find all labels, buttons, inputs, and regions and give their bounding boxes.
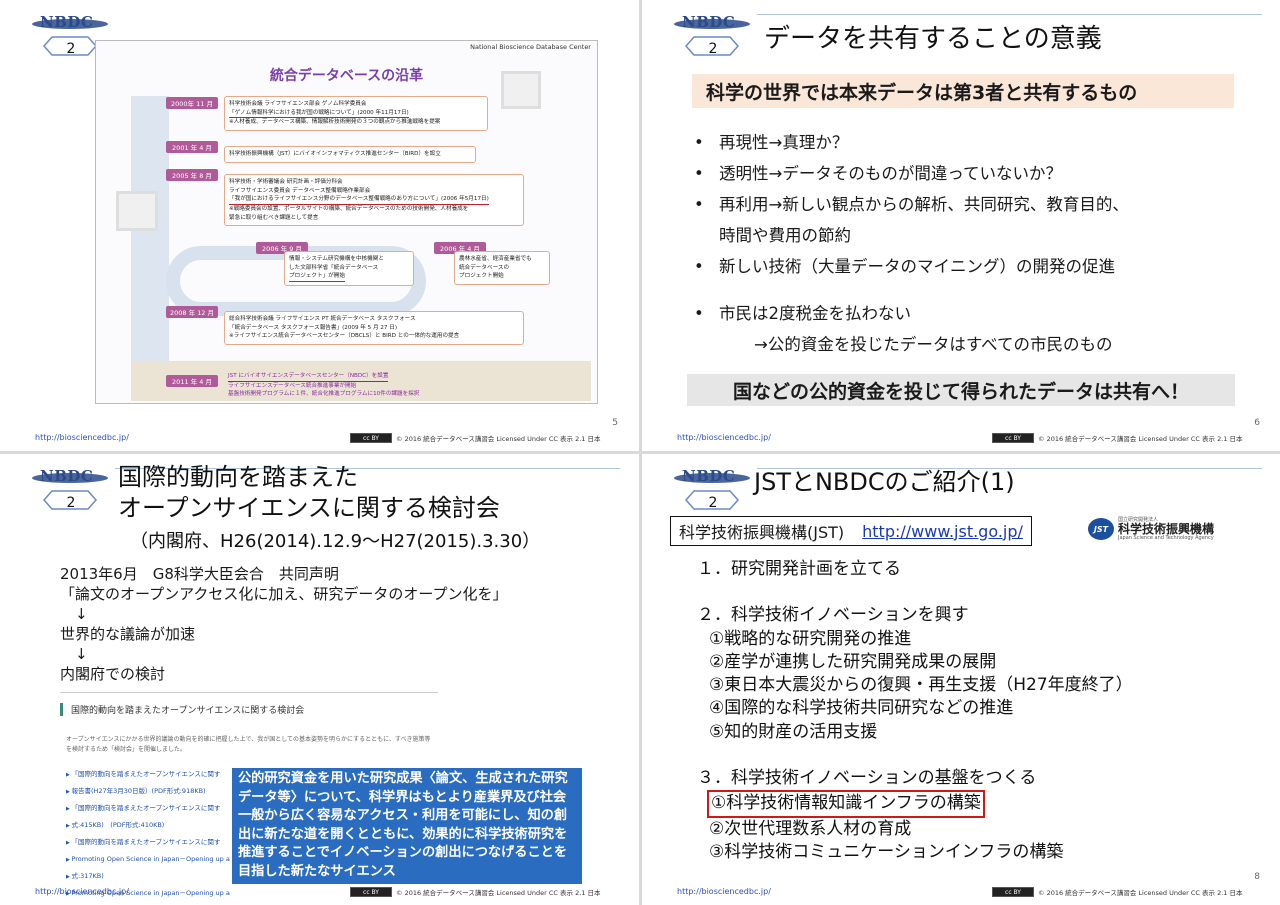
web-link[interactable]: 「国際的動向を踏まえたオープンサイエンスに関す bbox=[66, 800, 230, 817]
list-item: ③東日本大震災からの復興・再生支援（H27年度終了） bbox=[709, 675, 1133, 696]
highlight-frame: ①科学技術情報知識インフラの構築 bbox=[707, 790, 985, 818]
bullet-list: • 再現性→真理か？ • 透明性→データそのものが間違っていないか？ • 再利用→新し… bbox=[694, 127, 1254, 360]
slide-5: NBDC 2 National Bioscience Database Cent… bbox=[0, 0, 638, 450]
list-item: • 市民は2度税金を払わない bbox=[694, 304, 911, 323]
license-footer: cc BY © 2016 統合データベース講習会 Licensed Under … bbox=[350, 433, 600, 443]
slide-title: データを共有することの意義 bbox=[764, 24, 1102, 54]
timeline-entry: 科学技術振興機構（JST）にバイオインフォマティクス推進センター（BIRD）を設… bbox=[224, 146, 476, 163]
license-footer: cc BY © 2016 統合データベース講習会 Licensed Under … bbox=[992, 887, 1242, 897]
web-link[interactable]: 式:317KB) bbox=[66, 868, 230, 885]
footer-url[interactable]: http://biosciencedbc.jp/ bbox=[35, 433, 129, 442]
logo-text: NBDC bbox=[682, 13, 736, 31]
list-item: ②次世代理数系人材の育成 bbox=[709, 818, 912, 839]
timeline-date: 2008 年 12 月 bbox=[166, 306, 218, 318]
nbdc-logo: NBDC 2 bbox=[672, 10, 754, 70]
page-number: 6 bbox=[1254, 418, 1260, 428]
jst-link[interactable]: http://www.jst.go.jp/ bbox=[862, 522, 1023, 541]
license-text: © 2016 統合データベース講習会 Licensed Under CC 表示 … bbox=[1038, 889, 1243, 897]
slide-body: １．研究開発計画を立てる ２．科学技術イノベーションを興す ①戦略的な研究開発の… bbox=[697, 558, 1133, 864]
timeline-entry: 科学技術・学術審議会 研究計画・評価分科会 ライフサイエンス委員会 データベース整… bbox=[224, 174, 524, 227]
figure-header: National Bioscience Database Center bbox=[470, 43, 591, 51]
timeline-entry: JST にバイオサイエンスデータベースセンター（NBDC）を設置 ライフサイエンス… bbox=[228, 373, 420, 398]
list-item-indent: →公的資金を投じたデータはすべての市民のもの bbox=[754, 335, 1113, 354]
web-text: オープンサイエンスにかかる世界的議論の動向を的確に把握した上で、我が国としての基… bbox=[66, 736, 431, 753]
cc-badge: cc BY bbox=[350, 887, 392, 897]
header-line bbox=[757, 14, 1262, 15]
conclusion-box: 国などの公的資金を投じて得られたデータは共有へ！ bbox=[687, 374, 1235, 406]
slide-6: NBDC 2 データを共有することの意義 科学の世界では本来データは第3者と共有… bbox=[642, 0, 1280, 450]
logo-text: NBDC bbox=[40, 13, 94, 31]
timeline-entry: 科学技術会議 ライフサイエンス部会 ゲノム科学委員会 「ゲノム情報科学における我が… bbox=[224, 96, 488, 131]
logo-text: NBDC bbox=[40, 467, 94, 485]
cc-badge: cc BY bbox=[992, 433, 1034, 443]
cc-badge: cc BY bbox=[992, 887, 1034, 897]
list-item: ⑤知的財産の活用支援 bbox=[709, 721, 878, 742]
jst-logo-mark: JST bbox=[1088, 518, 1114, 540]
web-link[interactable]: Promoting Open Science in Japan－Opening … bbox=[66, 851, 229, 868]
timeline-entry: 農林水産省、経済産業省でも 統合データベースの プロジェクト開始 bbox=[454, 251, 550, 285]
web-heading: 国際的動向を踏まえたオープンサイエンスに関する検討会 bbox=[60, 703, 304, 716]
timeline-arrow bbox=[131, 96, 169, 396]
license-footer: cc BY © 2016 統合データベース講習会 Licensed Under … bbox=[350, 887, 600, 897]
logo-text: NBDC bbox=[682, 467, 736, 485]
web-link[interactable]: 報告書(H27年3月30日版）(PDF形式:918KB) bbox=[66, 783, 230, 800]
list-item: ①戦略的な研究開発の推進 bbox=[709, 628, 912, 649]
list-item: • 再利用→新しい観点からの解析、共同研究、教育目的、 bbox=[694, 195, 1129, 214]
timeline-date: 2001 年 4 月 bbox=[166, 141, 218, 153]
slide-section-number: 2 bbox=[708, 41, 718, 57]
timeline-date: 2011 年 4 月 bbox=[166, 375, 218, 387]
footer-url[interactable]: http://biosciencedbc.jp/ bbox=[677, 887, 771, 896]
license-text: © 2016 統合データベース講習会 Licensed Under CC 表示 … bbox=[396, 889, 601, 897]
callout-box: 公的研究資金を用いた研究成果〈論文、生成された研究データ等〉について、科学界はも… bbox=[232, 768, 582, 884]
list-item: ３．科学技術イノベーションの基盤をつくる bbox=[697, 768, 1037, 789]
nbdc-logo: NBDC 2 bbox=[30, 464, 112, 524]
list-item: ②産学が連携した研究開発成果の展開 bbox=[709, 651, 997, 672]
history-figure: National Bioscience Database Center 統合デー… bbox=[95, 40, 598, 404]
web-link-list: 「国際的動向を踏まえたオープンサイエンスに関す 報告書(H27年3月30日版）(… bbox=[66, 766, 230, 902]
nbdc-logo: NBDC 2 bbox=[672, 464, 754, 524]
list-item: • 再現性→真理か？ bbox=[694, 133, 849, 152]
jst-logo: JST 国立研究開発法人 科学技術振興機構 Japan Science and … bbox=[1088, 517, 1214, 541]
list-item: ④国際的な科学技術共同研究などの推進 bbox=[709, 698, 1014, 719]
list-item-continuation: 時間や費用の節約 bbox=[719, 226, 851, 245]
cc-badge: cc BY bbox=[350, 433, 392, 443]
list-item: ③科学技術コミュニケーションインフラの構築 bbox=[709, 841, 1064, 862]
timeline-date: 2000年 11 月 bbox=[166, 97, 218, 109]
slide-section-number: 2 bbox=[66, 41, 76, 57]
slide-8: NBDC 2 JSTとNBDCのご紹介(1) 科学技術振興機構(JST) htt… bbox=[642, 454, 1280, 904]
list-item: • 新しい技術（大量データのマイニング）の開発の促進 bbox=[694, 257, 1115, 276]
list-item: １．研究開発計画を立てる bbox=[697, 559, 901, 579]
slide-title: 国際的動向を踏まえた オープンサイエンスに関する検討会 bbox=[118, 463, 500, 522]
slide-subtitle: （内閣府、H26(2014).12.9〜H27(2015).3.30） bbox=[130, 531, 541, 552]
page-number: 8 bbox=[1254, 872, 1260, 882]
slide-body: 2013年6月 G8科学大臣会合 共同声明 「論文のオープンアクセス化に加え、研… bbox=[60, 565, 508, 683]
footer-url[interactable]: http://biosciencedbc.jp/ bbox=[677, 433, 771, 442]
computer-icon bbox=[116, 191, 158, 231]
timeline-date: 2005 年 8 月 bbox=[166, 169, 218, 181]
license-text: © 2016 統合データベース講習会 Licensed Under CC 表示 … bbox=[1038, 435, 1243, 443]
web-link[interactable]: 「国際的動向を踏まえたオープンサイエンスに関す bbox=[66, 834, 230, 851]
footer-url[interactable]: http://biosciencedbc.jp/ bbox=[35, 887, 129, 896]
web-link[interactable]: 「国際的動向を踏まえたオープンサイエンスに関す bbox=[66, 766, 230, 783]
org-box: 科学技術振興機構(JST) http://www.jst.go.jp/ bbox=[670, 516, 1032, 546]
org-name: 科学技術振興機構(JST) bbox=[679, 523, 845, 542]
license-text: © 2016 統合データベース講習会 Licensed Under CC 表示 … bbox=[396, 435, 601, 443]
timeline-entry: 情報・システム研究機構を中核機関と した文部科学省「統合データベース プロジェクト」… bbox=[284, 251, 414, 286]
slide-7: NBDC 2 国際的動向を踏まえた オープンサイエンスに関する検討会 （内閣府、… bbox=[0, 454, 638, 904]
list-item-highlighted: ①科学技術情報知識インフラの構築 bbox=[697, 790, 1133, 818]
web-link[interactable]: 式:415KB) (PDF形式:410KB) bbox=[66, 817, 230, 834]
slide-section-number: 2 bbox=[708, 495, 718, 511]
list-item: ２．科学技術イノベーションを興す bbox=[697, 605, 969, 626]
slide-title: JSTとNBDCのご紹介(1) bbox=[754, 468, 1015, 496]
highlight-box: 科学の世界では本来データは第3者と共有するもの bbox=[692, 74, 1234, 108]
slide-section-number: 2 bbox=[66, 495, 76, 511]
license-footer: cc BY © 2016 統合データベース講習会 Licensed Under … bbox=[992, 433, 1242, 443]
figure-title: 統合データベースの沿革 bbox=[269, 68, 424, 84]
timeline-entry: 総合科学技術会議 ライフサイエンス PT 統合データベース タスクフォース 「統合… bbox=[224, 311, 524, 345]
list-item: • 透明性→データそのものが間違っていないか？ bbox=[694, 164, 1063, 183]
page-number: 5 bbox=[612, 418, 618, 428]
